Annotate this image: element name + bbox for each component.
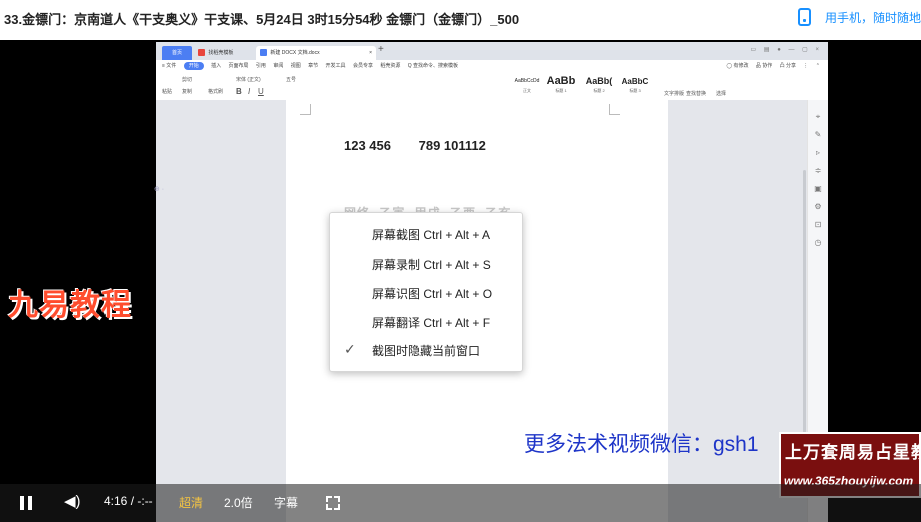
- menu-item-screen-ocr[interactable]: 屏幕识图 Ctrl + Alt + O: [372, 285, 492, 302]
- page-corner-left: [300, 104, 311, 115]
- doc-icon: [260, 49, 267, 57]
- tab-document[interactable]: 新建 DOCX 文档.docx ×: [256, 46, 376, 60]
- video-player[interactable]: 首页 找稻壳模板 新建 DOCX 文档.docx × + ▭ ▤ ● — ▢ ×…: [0, 40, 921, 522]
- watermark-wechat: 更多法术视频微信：gsh1: [524, 433, 759, 456]
- format-painter-button[interactable]: 格式刷: [208, 88, 223, 95]
- doc-number-1: 123 456: [344, 138, 391, 153]
- page-corner-right: [609, 104, 620, 115]
- style-heading-1[interactable]: AaBb 标题 1: [542, 75, 580, 95]
- volume-icon[interactable]: ◀): [64, 492, 81, 510]
- menu-layout[interactable]: 页面布局: [229, 63, 249, 69]
- menu-item-screen-record[interactable]: 屏幕录制 Ctrl + Alt + S: [372, 256, 491, 273]
- tab-document-label: 新建 DOCX 文档.docx: [270, 50, 320, 56]
- image-icon[interactable]: ▣: [813, 184, 823, 194]
- font-family-select[interactable]: 宋体 (正文): [236, 76, 261, 83]
- menu-modified[interactable]: ◯ 有修改: [726, 63, 748, 69]
- pause-icon[interactable]: [20, 496, 32, 510]
- tab-close-icon[interactable]: ×: [369, 46, 372, 60]
- style-heading-2[interactable]: AaBb( 标题 2: [580, 75, 618, 95]
- player-controls: ◀) 4:16 / -:-- 超清 2.0倍 字幕: [0, 484, 921, 522]
- screenshot-context-menu: 屏幕截图 Ctrl + Alt + A 屏幕录制 Ctrl + Alt + S …: [329, 212, 523, 372]
- menu-review[interactable]: 审阅: [273, 63, 283, 69]
- title-bar: 33.金镖门：京南道人《干支奥义》干支课、5月24日 3时15分54秒 金镖门（…: [0, 0, 921, 36]
- adjust-icon[interactable]: ≑: [813, 166, 823, 176]
- select-icon[interactable]: ⌖: [813, 112, 823, 122]
- paragraph-marker: ⊕ ·: [154, 186, 165, 193]
- wps-ribbon: 粘贴 剪切 复制 格式刷 宋体 (正文) 五号 B I U AaBbCcDd 正…: [156, 72, 828, 101]
- menu-view[interactable]: 视图: [291, 63, 301, 69]
- menu-search[interactable]: Q 查找命令、搜索模板: [408, 63, 458, 69]
- tab-template-label: 找稻壳模板: [208, 50, 234, 56]
- watermark-left: 九易教程: [8, 289, 132, 322]
- vertical-scrollbar[interactable]: [803, 170, 806, 470]
- find-replace-button[interactable]: 查找替换: [686, 90, 706, 97]
- page-title: 33.金镖门：京南道人《干支奥义》干支课、5月24日 3时15分54秒 金镖门（…: [4, 12, 520, 27]
- style-heading-3[interactable]: AaBbC 标题 3: [616, 75, 654, 95]
- italic-button[interactable]: I: [248, 87, 250, 96]
- mobile-watch-link[interactable]: 用手机，随时随地看: [797, 7, 921, 27]
- edit-icon[interactable]: ✎: [813, 130, 823, 140]
- settings-icon[interactable]: ⚙: [813, 202, 823, 212]
- menu-insert[interactable]: 插入: [211, 63, 221, 69]
- menu-file[interactable]: ≡ 文件: [162, 63, 176, 69]
- menu-collab[interactable]: 品 协作: [756, 63, 772, 69]
- menu-share[interactable]: 凸 分享: [780, 63, 796, 69]
- menu-dev[interactable]: 开发工具: [326, 63, 346, 69]
- speed-button[interactable]: 2.0倍: [224, 494, 253, 511]
- quality-button[interactable]: 超清: [179, 494, 203, 511]
- phone-icon: [797, 8, 811, 26]
- menu-item-screen-capture[interactable]: 屏幕截图 Ctrl + Alt + A: [372, 226, 490, 243]
- fullscreen-icon[interactable]: [326, 496, 340, 510]
- tab-home[interactable]: 首页: [162, 46, 192, 60]
- time-display: 4:16 / -:--: [104, 494, 153, 508]
- stamp-line-1: 上万套周易占星教程: [785, 443, 921, 462]
- copy-button[interactable]: 复制: [182, 88, 192, 95]
- select-button[interactable]: 选择: [716, 90, 726, 97]
- window-controls[interactable]: ▭ ▤ ● — ▢ ×: [751, 46, 822, 53]
- menu-vip[interactable]: 会员专享: [353, 63, 373, 69]
- menu-item-hide-window[interactable]: 截图时隐藏当前窗口: [372, 342, 480, 359]
- menu-section[interactable]: 章节: [308, 63, 318, 69]
- document-number-line: 123 456 789 101112: [344, 138, 510, 153]
- menu-more-icon[interactable]: ⋮: [803, 63, 808, 69]
- clock-icon[interactable]: ◷: [813, 238, 823, 248]
- mobile-watch-label[interactable]: 用手机，随时随地看: [825, 9, 921, 26]
- pointer-icon[interactable]: ▹: [813, 148, 823, 158]
- menu-collapse-icon[interactable]: ⌃: [816, 63, 820, 69]
- subtitle-button[interactable]: 字幕: [274, 494, 298, 511]
- tab-add-button[interactable]: +: [378, 44, 384, 55]
- menu-docer[interactable]: 稻壳资源: [380, 63, 400, 69]
- doc-number-2: 789 101112: [418, 138, 486, 153]
- paste-button[interactable]: 粘贴: [162, 88, 172, 95]
- template-icon: [198, 49, 205, 57]
- menu-reference[interactable]: 引用: [256, 63, 266, 69]
- cut-button[interactable]: 剪切: [182, 76, 192, 83]
- menu-item-screen-translate[interactable]: 屏幕翻译 Ctrl + Alt + F: [372, 314, 490, 331]
- wps-tab-bar: 首页 找稻壳模板 新建 DOCX 文档.docx × + ▭ ▤ ● — ▢ ×: [156, 42, 828, 60]
- checkmark-icon: ✓: [344, 341, 356, 357]
- translate-icon[interactable]: ⊡: [813, 220, 823, 230]
- menu-start[interactable]: 开始: [183, 62, 204, 70]
- font-size-select[interactable]: 五号: [286, 76, 296, 83]
- style-normal[interactable]: AaBbCcDd 正文: [508, 75, 546, 95]
- bold-button[interactable]: B: [236, 87, 242, 96]
- tab-template[interactable]: 找稻壳模板: [194, 46, 256, 60]
- underline-button[interactable]: U: [258, 87, 264, 96]
- text-layout-button[interactable]: 文字排版: [664, 90, 684, 97]
